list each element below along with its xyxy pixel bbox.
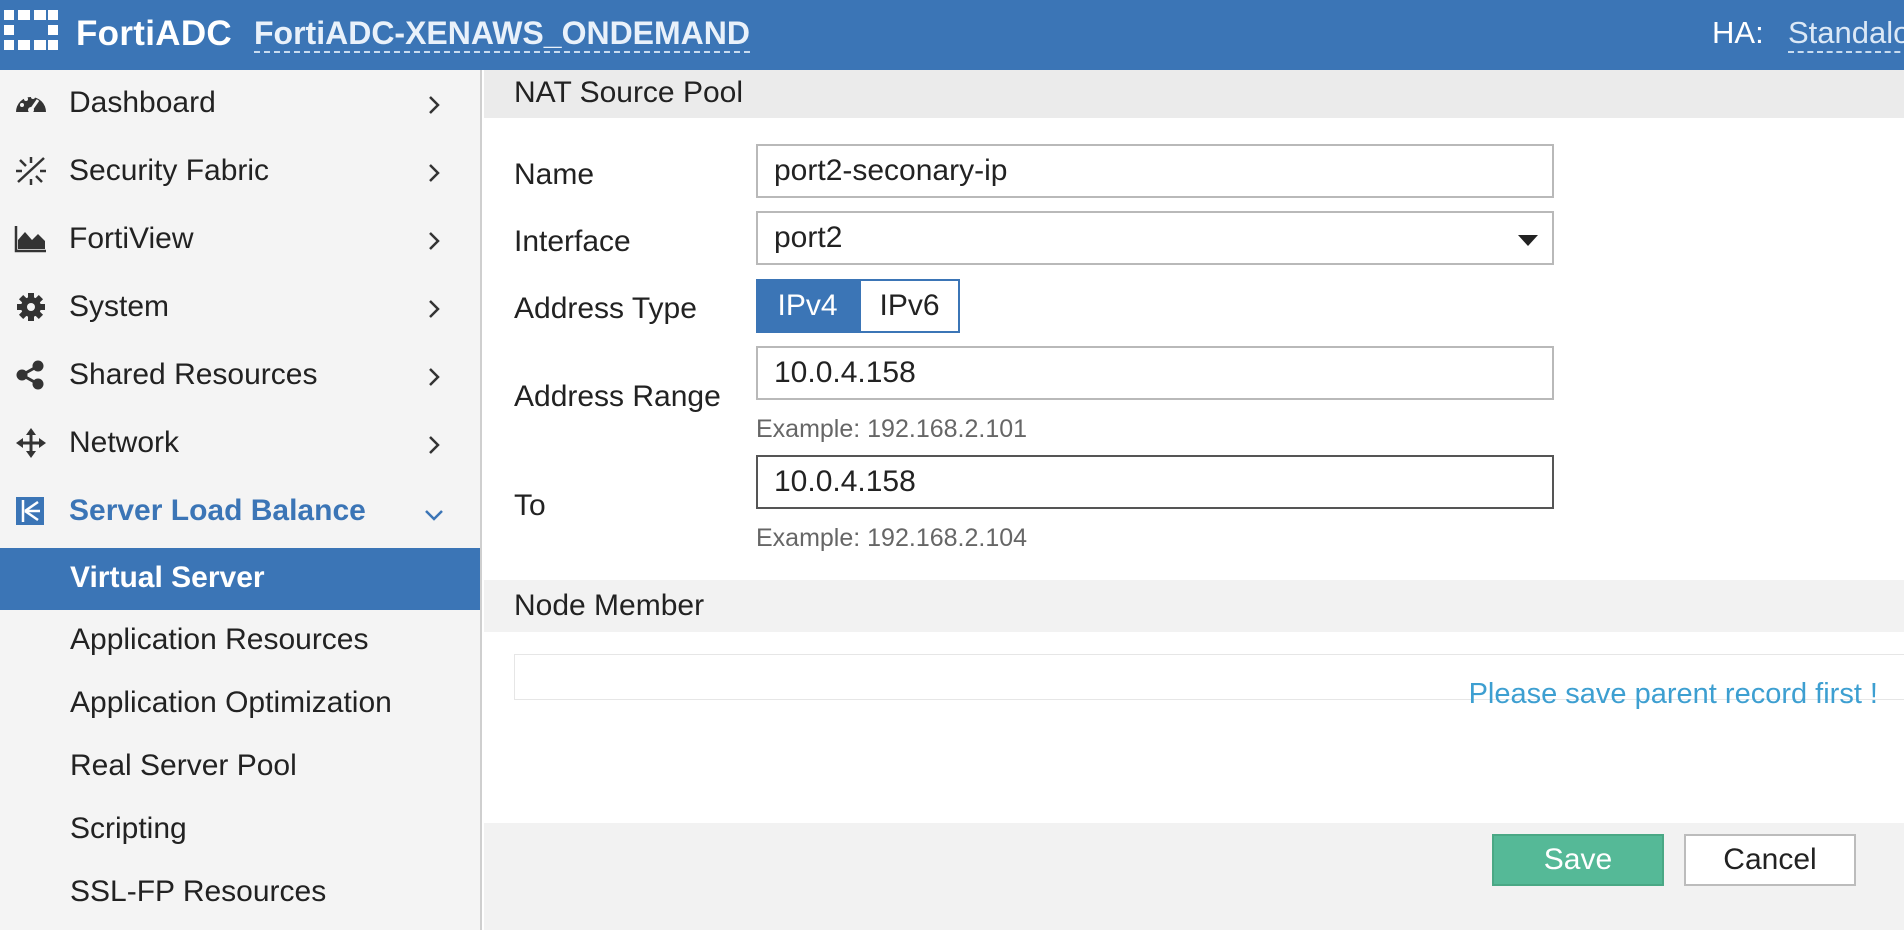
address-type-ipv6-button[interactable]: IPv6 <box>859 279 960 333</box>
address-type-ipv4-button[interactable]: IPv4 <box>756 279 859 333</box>
address-range-start-input[interactable]: 10.0.4.158 <box>756 346 1554 400</box>
save-parent-notice: Please save parent record first ! <box>1468 678 1878 710</box>
sidebar-item-label: Network <box>69 426 180 459</box>
sidebar-subitem-application-optimization[interactable]: Application Optimization <box>0 673 480 735</box>
sidebar-subitem-virtual-server[interactable]: Virtual Server <box>0 548 480 610</box>
section-title: NAT Source Pool <box>514 76 743 109</box>
form-footer: Save Cancel <box>484 823 1904 930</box>
area-chart-icon <box>14 226 46 253</box>
sidebar-item-shared-resources[interactable]: Shared Resources <box>0 342 480 410</box>
top-bar: FortiADC FortiADC-XENAWS_ONDEMAND HA: St… <box>0 0 1904 70</box>
sidebar-item-label: FortiView <box>69 222 194 255</box>
ha-status[interactable]: Standalo <box>1788 15 1904 53</box>
to-label: To <box>514 489 546 522</box>
node-member-header: Node Member <box>484 580 1904 632</box>
chevron-right-icon <box>429 368 440 386</box>
sidebar-item-label: System <box>69 290 170 323</box>
chevron-right-icon <box>429 300 440 318</box>
main-panel: NAT Source Pool Name port2-seconary-ip I… <box>484 70 1904 930</box>
name-input[interactable]: port2-seconary-ip <box>756 144 1554 198</box>
share-icon <box>16 360 44 390</box>
save-button[interactable]: Save <box>1492 834 1664 886</box>
sidebar-item-server-load-balance[interactable]: Server Load Balance <box>0 478 480 546</box>
sidebar-item-label: Shared Resources <box>69 358 318 391</box>
sidebar-subitem-label: Scripting <box>70 812 187 845</box>
interface-label: Interface <box>514 225 631 258</box>
sidebar: Dashboard Security Fabric FortiView Syst… <box>0 70 482 930</box>
sidebar-subitem-application-resources[interactable]: Application Resources <box>0 610 480 672</box>
name-label: Name <box>514 158 595 191</box>
interface-select[interactable]: port2 <box>756 211 1554 265</box>
sidebar-item-network[interactable]: Network <box>0 410 480 478</box>
sidebar-subitem-scripting[interactable]: Scripting <box>0 799 480 861</box>
node-member-title: Node Member <box>514 589 705 622</box>
interface-selected-value: port2 <box>774 221 843 254</box>
chevron-right-icon <box>429 96 440 114</box>
chevron-right-icon <box>429 436 440 454</box>
gear-icon <box>17 293 45 321</box>
move-arrows-icon <box>16 428 46 458</box>
sidebar-subitem-ssl-fp-resources[interactable]: SSL-FP Resources <box>0 862 480 924</box>
sidebar-subitem-label: Real Server Pool <box>70 749 297 782</box>
sidebar-item-label: Security Fabric <box>69 154 270 187</box>
fortinet-logo-icon <box>4 10 58 50</box>
load-balance-icon <box>16 497 44 525</box>
sidebar-subitem-label: Virtual Server <box>70 561 265 594</box>
device-hostname[interactable]: FortiADC-XENAWS_ONDEMAND <box>254 15 750 53</box>
sidebar-item-security-fabric[interactable]: Security Fabric <box>0 138 480 206</box>
sidebar-subitem-label: Application Optimization <box>70 686 392 719</box>
chevron-right-icon <box>429 232 440 250</box>
nat-source-pool-header: NAT Source Pool <box>484 70 1904 118</box>
sidebar-item-dashboard[interactable]: Dashboard <box>0 70 480 138</box>
sidebar-item-label: Dashboard <box>69 86 216 119</box>
sidebar-item-label: Server Load Balance <box>69 494 366 527</box>
cancel-button[interactable]: Cancel <box>1684 834 1856 886</box>
chevron-down-icon <box>425 510 443 521</box>
sidebar-subitem-label: Application Resources <box>70 623 369 656</box>
address-range-label: Address Range <box>514 380 721 413</box>
sidebar-subitem-label: SSL-FP Resources <box>70 875 327 908</box>
ha-label: HA: <box>1712 15 1764 50</box>
address-range-hint: Example: 192.168.2.101 <box>756 415 1028 443</box>
caret-down-icon <box>1518 235 1538 246</box>
address-range-end-input[interactable]: 10.0.4.158 <box>756 455 1554 509</box>
brand-name: FortiADC <box>76 14 232 53</box>
sidebar-item-system[interactable]: System <box>0 274 480 342</box>
chevron-right-icon <box>429 164 440 182</box>
sidebar-item-fortiview[interactable]: FortiView <box>0 206 480 274</box>
sidebar-subitem-real-server-pool[interactable]: Real Server Pool <box>0 736 480 798</box>
address-type-label: Address Type <box>514 292 697 325</box>
to-hint: Example: 192.168.2.104 <box>756 524 1028 552</box>
dashboard-icon <box>16 95 46 113</box>
security-fabric-icon <box>16 157 46 185</box>
